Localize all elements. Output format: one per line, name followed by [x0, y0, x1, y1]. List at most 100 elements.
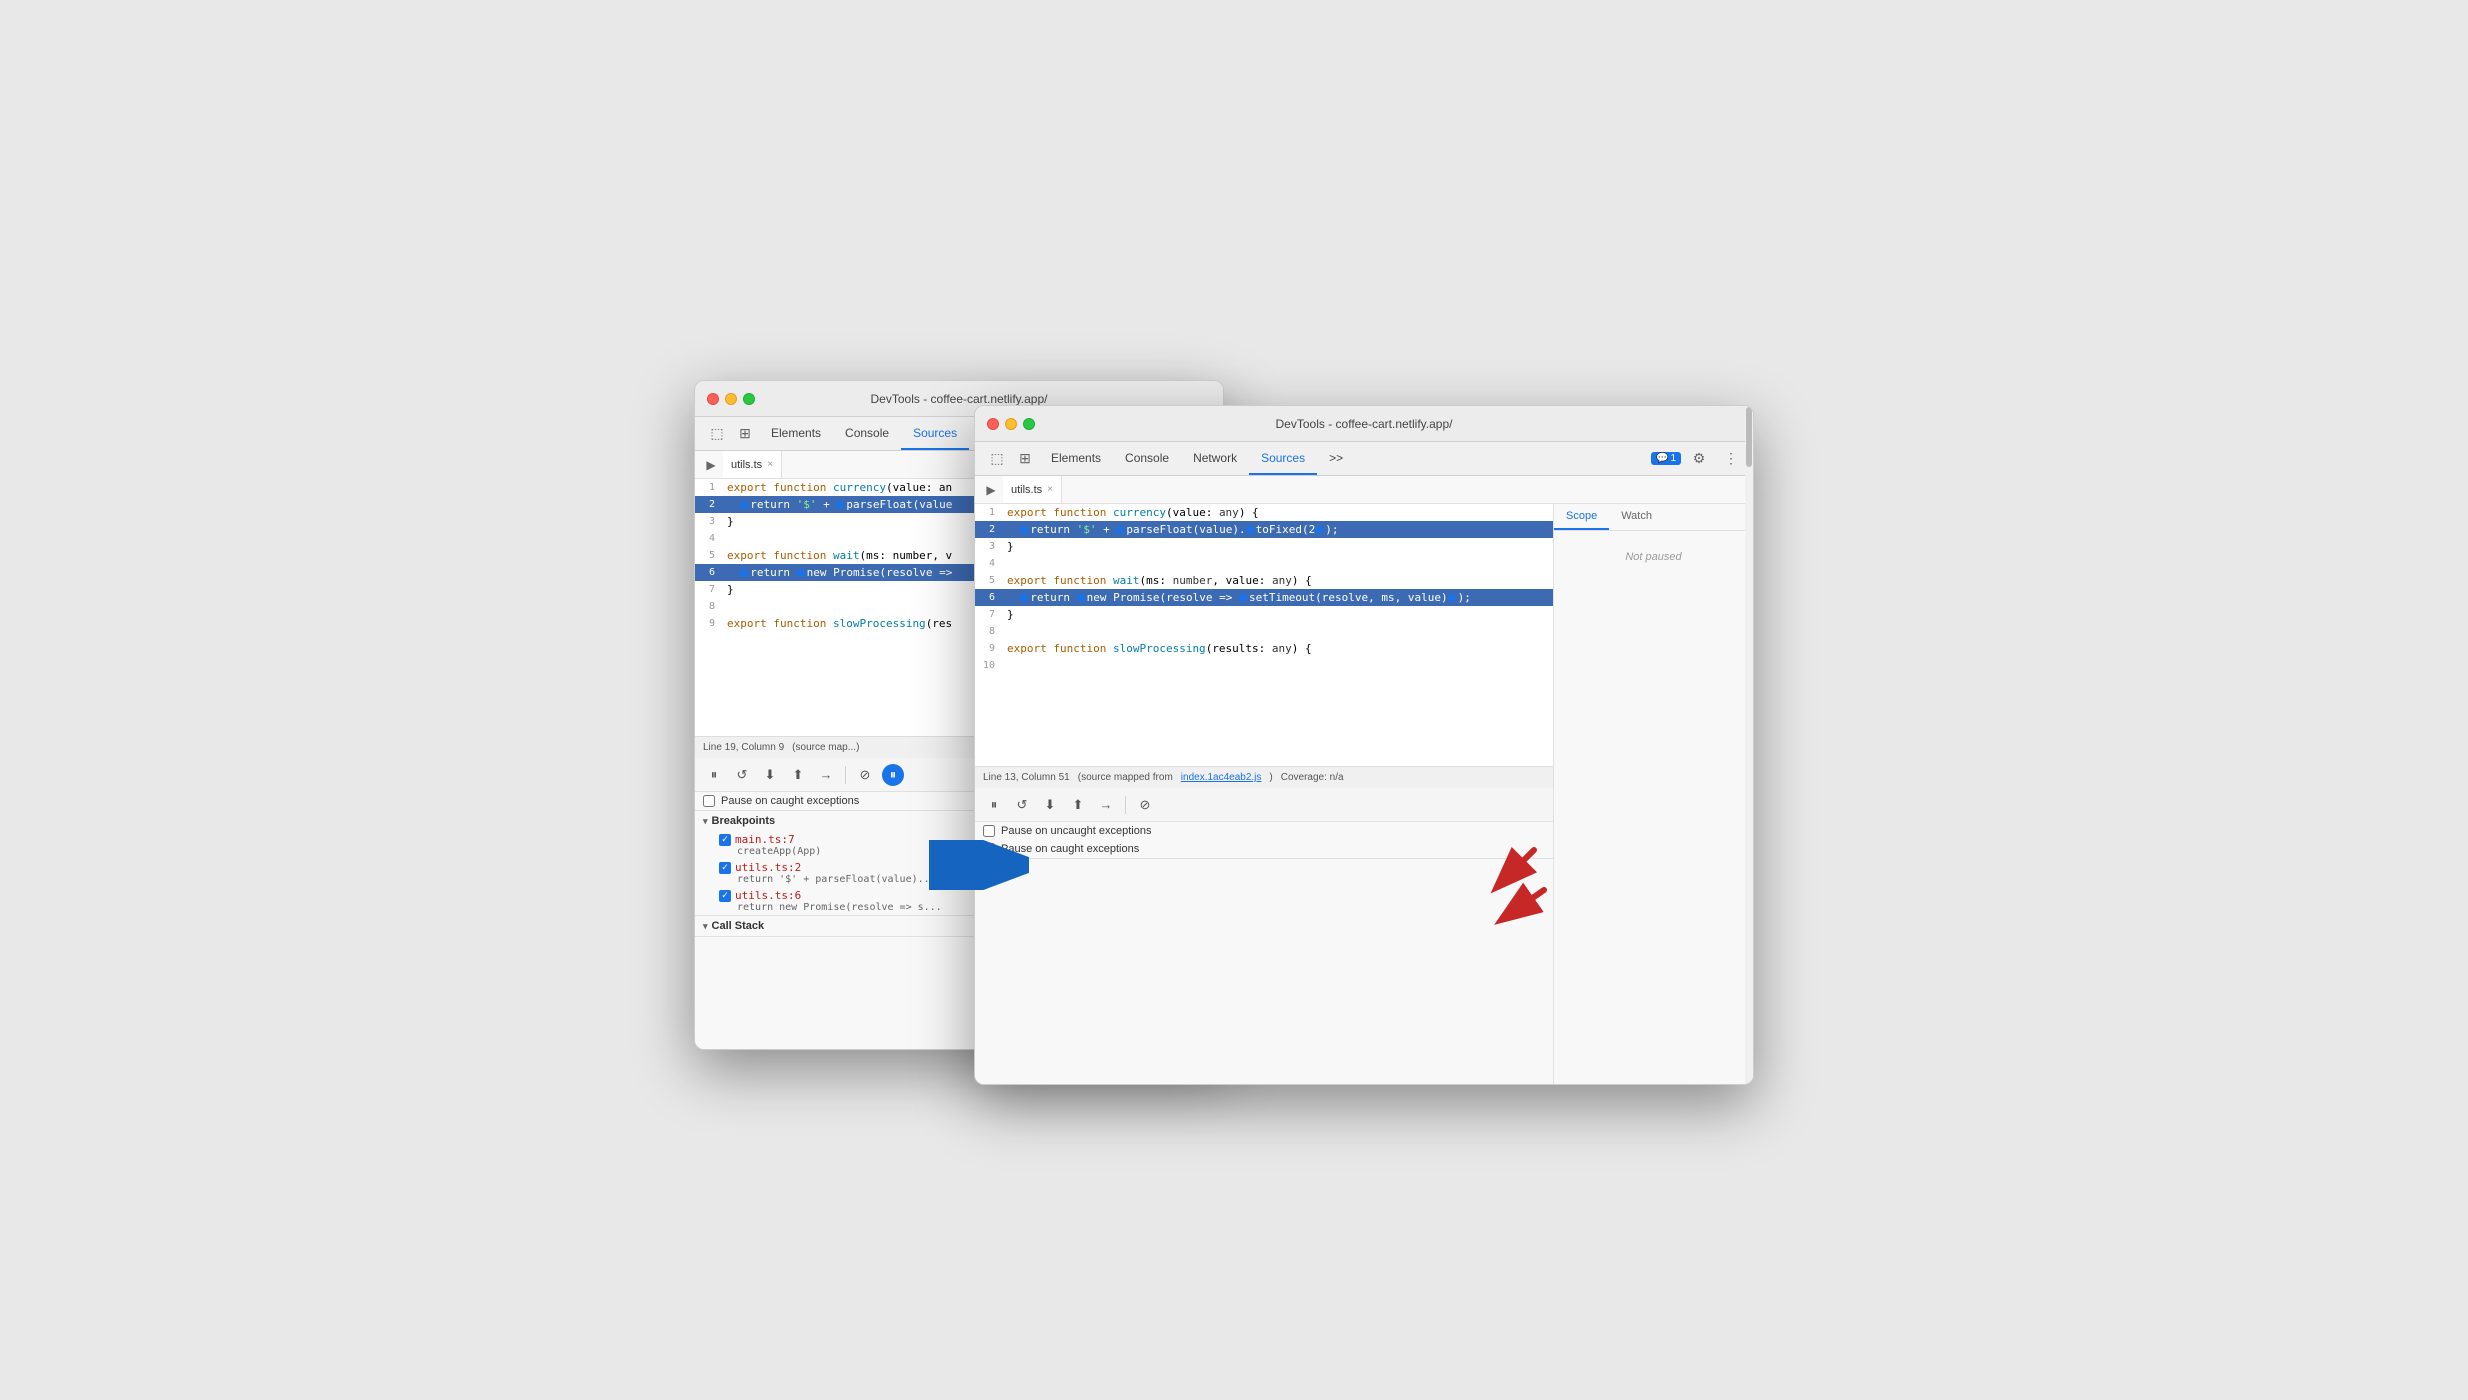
status-link-2[interactable]: index.1ac4eab2.js	[1181, 772, 1262, 783]
tab-console-1[interactable]: Console	[833, 417, 901, 450]
line-num-2: 2	[695, 496, 723, 513]
step-out-btn-2[interactable]: ⬆	[1067, 794, 1089, 816]
pause-resume-btn-1[interactable]: ⏸	[703, 764, 725, 786]
file-navigator-icon-2[interactable]: ▶	[979, 476, 1003, 503]
deactivate-btn-1[interactable]: ⊘	[854, 764, 876, 786]
file-tab-utils-1[interactable]: utils.ts ×	[723, 451, 782, 478]
tab-elements-2[interactable]: Elements	[1039, 442, 1113, 475]
pause-caught-row-2[interactable]: Pause on caught exceptions	[975, 840, 1553, 858]
tab-extras-2: 💬 1 ⚙ ⋮	[1651, 442, 1753, 475]
line-num-2-5: 5	[975, 572, 1003, 589]
inspector-icon-1[interactable]: ⬚	[703, 417, 731, 450]
device-icon-2[interactable]: ⊞	[1011, 442, 1039, 475]
line-num-6: 6	[695, 564, 723, 581]
file-navigator-icon[interactable]: ▶	[699, 451, 723, 478]
line-num-4: 4	[695, 530, 723, 547]
line-num-2-4: 4	[975, 555, 1003, 572]
messages-badge[interactable]: 💬 1	[1651, 452, 1681, 465]
status-bar-2: Line 13, Column 51 (source mapped from i…	[975, 766, 1553, 788]
code-line-2-1: 1 export function currency(value: any) {	[975, 504, 1553, 521]
debugger-toolbar-2: ⏸ ↺ ⬇ ⬆ → ⊘	[975, 788, 1553, 822]
line-num-2-6: 6	[975, 589, 1003, 606]
inspector-icon-2[interactable]: ⬚	[983, 442, 1011, 475]
content-area-2: 1 export function currency(value: any) {…	[975, 504, 1753, 1084]
code-line-2-7: 7 }	[975, 606, 1553, 623]
step-over-btn-1[interactable]: ⬇	[759, 764, 781, 786]
code-editor-2[interactable]: 1 export function currency(value: any) {…	[975, 504, 1553, 766]
scrollbar-2[interactable]	[1745, 406, 1753, 1084]
code-line-2-8: 8	[975, 623, 1553, 640]
traffic-lights-1	[707, 393, 755, 405]
close-button-1[interactable]	[707, 393, 719, 405]
file-close-2[interactable]: ×	[1047, 484, 1053, 495]
continue-btn-1[interactable]: →	[815, 764, 837, 786]
tab-elements-1[interactable]: Elements	[759, 417, 833, 450]
tab-sources-1[interactable]: Sources	[901, 417, 969, 450]
code-content-2-7: }	[1003, 606, 1553, 623]
minimize-button-2[interactable]	[1005, 418, 1017, 430]
left-panel-2: 1 export function currency(value: any) {…	[975, 504, 1553, 1084]
scrollbar-thumb-2[interactable]	[1746, 407, 1752, 467]
line-num-8: 8	[695, 598, 723, 615]
line-num-7: 7	[695, 581, 723, 598]
toolbar-divider-2	[1125, 796, 1126, 814]
line-num-2-7: 7	[975, 606, 1003, 623]
pause-uncaught-row[interactable]: Pause on uncaught exceptions	[975, 822, 1553, 840]
continue-btn-2[interactable]: →	[1095, 794, 1117, 816]
red-arrow-2	[1484, 880, 1564, 935]
bp-file-3: utils.ts:6	[735, 889, 801, 902]
bp-file-2: utils.ts:2	[735, 861, 801, 874]
step-back-btn-2[interactable]: ↺	[1011, 794, 1033, 816]
window-title-2: DevTools - coffee-cart.netlify.app/	[1276, 417, 1453, 431]
status-position-2: Line 13, Column 51	[983, 772, 1070, 783]
settings-icon-2[interactable]: ⚙	[1685, 450, 1713, 467]
bp-checked-3: ✓	[719, 890, 731, 902]
step-over-btn-2[interactable]: ⬇	[1039, 794, 1061, 816]
device-icon-1[interactable]: ⊞	[731, 417, 759, 450]
tab-console-2[interactable]: Console	[1113, 442, 1181, 475]
maximize-button-1[interactable]	[743, 393, 755, 405]
pause-uncaught-checkbox[interactable]	[983, 825, 995, 837]
window-title-1: DevTools - coffee-cart.netlify.app/	[871, 392, 1048, 406]
blue-arrow-annotation	[929, 840, 1029, 895]
tab-sources-2[interactable]: Sources	[1249, 442, 1317, 475]
code-content-2-2: return '$' + parseFloat(value).toFixed(2…	[1003, 521, 1553, 538]
code-line-2-10: 10	[975, 657, 1553, 674]
line-num-5: 5	[695, 547, 723, 564]
status-source-1: (source map...)	[792, 742, 859, 753]
tab-more-2[interactable]: >>	[1317, 442, 1355, 475]
line-num-3: 3	[695, 513, 723, 530]
line-num-2-9: 9	[975, 640, 1003, 657]
devtools-tabs-2: ⬚ ⊞ Elements Console Network Sources >> …	[975, 442, 1753, 476]
not-paused-right: Not paused	[1554, 551, 1753, 563]
tab-network-2[interactable]: Network	[1181, 442, 1249, 475]
code-content-2-1: export function currency(value: any) {	[1003, 504, 1553, 521]
status-coverage-2: Coverage: n/a	[1281, 772, 1344, 783]
more-icon-2[interactable]: ⋮	[1717, 450, 1745, 467]
pause-caught-checkbox-1[interactable]	[703, 795, 715, 807]
close-button-2[interactable]	[987, 418, 999, 430]
badge-icon: 💬	[1656, 453, 1668, 464]
pause-resume-btn-2[interactable]: ⏸	[983, 794, 1005, 816]
bp-checked-1: ✓	[719, 834, 731, 846]
code-line-2-4: 4	[975, 555, 1553, 572]
bp-file-1: main.ts:7	[735, 833, 795, 846]
file-close-1[interactable]: ×	[767, 459, 773, 470]
line-num-1: 1	[695, 479, 723, 496]
code-line-2-9: 9 export function slowProcessing(results…	[975, 640, 1553, 657]
deactivate-btn-2[interactable]: ⊘	[1134, 794, 1156, 816]
maximize-button-2[interactable]	[1023, 418, 1035, 430]
file-tab-utils-2[interactable]: utils.ts ×	[1003, 476, 1062, 503]
line-num-2-10: 10	[975, 657, 1003, 674]
line-num-2-2: 2	[975, 521, 1003, 538]
watch-tab[interactable]: Watch	[1609, 504, 1664, 530]
step-back-btn-1[interactable]: ↺	[731, 764, 753, 786]
step-into-btn-1[interactable]: ⏸	[882, 764, 904, 786]
step-out-btn-1[interactable]: ⬆	[787, 764, 809, 786]
minimize-button-1[interactable]	[725, 393, 737, 405]
file-tab-name-2: utils.ts	[1011, 484, 1042, 496]
traffic-lights-2	[987, 418, 1035, 430]
code-content-2-6: return new Promise(resolve => setTimeout…	[1003, 589, 1553, 606]
scope-tab[interactable]: Scope	[1554, 504, 1609, 530]
code-line-2-6: 6 return new Promise(resolve => setTimeo…	[975, 589, 1553, 606]
